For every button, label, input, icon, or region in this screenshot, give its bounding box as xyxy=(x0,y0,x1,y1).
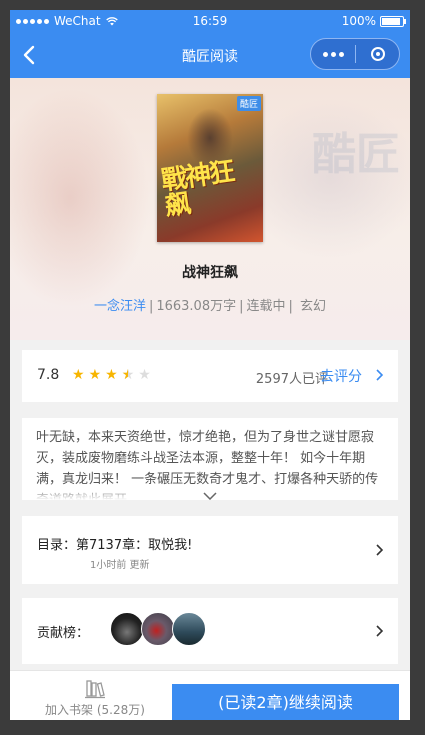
catalog-card[interactable]: 目录：第7137章：取悦我! 1小时前 更新 xyxy=(22,516,398,584)
book-cover: 酷匠 戰神狂飙 xyxy=(157,94,263,242)
contributors-card[interactable]: 贡献榜： xyxy=(22,598,398,664)
battery-indicator: 100% xyxy=(341,14,406,28)
close-circle-icon xyxy=(370,47,385,61)
star-empty-icon: ★ xyxy=(138,367,151,383)
cover-title: 戰神狂飙 xyxy=(159,156,236,223)
watermark-logo: 酷匠 xyxy=(312,129,400,180)
description-card[interactable]: 叶无缺，本来天资绝世，惊才绝艳，但为了身世之谜甘愿寂灭，装成废物磨练斗战圣法本源… xyxy=(22,418,398,500)
word-count: 1663.08万字 xyxy=(156,299,237,314)
rating-score: 7.8 xyxy=(37,367,60,383)
meta-divider: | xyxy=(148,299,154,314)
latest-chapter: 目录：第7137章：取悦我! xyxy=(37,538,193,553)
miniprogram-capsule xyxy=(310,38,400,70)
book-title: 战神狂飙 xyxy=(182,265,238,281)
chevron-right-icon[interactable] xyxy=(375,368,384,382)
bookshelf-icon xyxy=(85,680,105,699)
chevron-right-icon[interactable] xyxy=(375,543,384,557)
battery-percent: 100% xyxy=(341,14,376,28)
star-full-icon: ★ xyxy=(105,367,118,383)
nav-bar: 酷匠阅读 xyxy=(10,32,410,78)
status-bar: WeChat 16:59 100% xyxy=(10,10,410,32)
rate-button[interactable]: 去评分 xyxy=(320,366,362,386)
serial-status: 连载中 xyxy=(246,299,286,314)
add-to-shelf-label: 加入书架 (5.28万) xyxy=(45,703,145,717)
meta-divider: | xyxy=(288,299,293,314)
expand-chevron-icon[interactable] xyxy=(203,491,217,500)
bottom-action-bar: 加入书架 (5.28万) (已读2章)继续阅读 xyxy=(10,670,410,720)
contributors-label: 贡献榜： xyxy=(37,626,90,641)
add-to-shelf-button[interactable]: 加入书架 (5.28万) xyxy=(30,677,160,718)
genre-tag: 玄幻 xyxy=(300,299,327,314)
battery-fill xyxy=(382,17,400,25)
author-link[interactable]: 一念汪洋 xyxy=(94,299,146,314)
rating-card: 7.8 ★★★★★ 2597人已评 去评分 xyxy=(22,350,398,402)
cover-badge: 酷匠 xyxy=(236,96,261,111)
avatar[interactable] xyxy=(110,612,144,646)
continue-reading-button[interactable]: (已读2章)继续阅读 xyxy=(172,684,399,720)
rating-count: 2597人已评 xyxy=(255,372,328,387)
star-full-icon: ★ xyxy=(88,367,102,383)
star-half-icon: ★ xyxy=(122,367,135,383)
contributor-avatars xyxy=(110,612,206,646)
avatar[interactable] xyxy=(141,612,175,646)
more-icon[interactable] xyxy=(311,51,355,57)
book-header: 酷匠 酷匠 戰神狂飙 战神狂飙 一念汪洋 | 1663.08万字 | 连载中 | 玄幻 xyxy=(10,78,410,340)
battery-icon xyxy=(380,15,406,27)
meta-divider: | xyxy=(239,299,244,314)
close-miniprogram-button[interactable] xyxy=(356,47,399,61)
star-full-icon: ★ xyxy=(72,367,85,383)
book-meta: 一念汪洋 | 1663.08万字 | 连载中 | 玄幻 xyxy=(10,295,410,314)
rating-stars: ★ ★ ★ ★ ★ xyxy=(72,367,151,383)
update-time: 1小时前 更新 xyxy=(90,560,150,571)
avatar[interactable] xyxy=(172,612,206,646)
phone-screen: WeChat 16:59 100% 酷匠阅读 酷匠 酷匠 戰神狂飙 战神狂飙 一… xyxy=(10,10,410,720)
chevron-right-icon[interactable] xyxy=(375,624,384,638)
